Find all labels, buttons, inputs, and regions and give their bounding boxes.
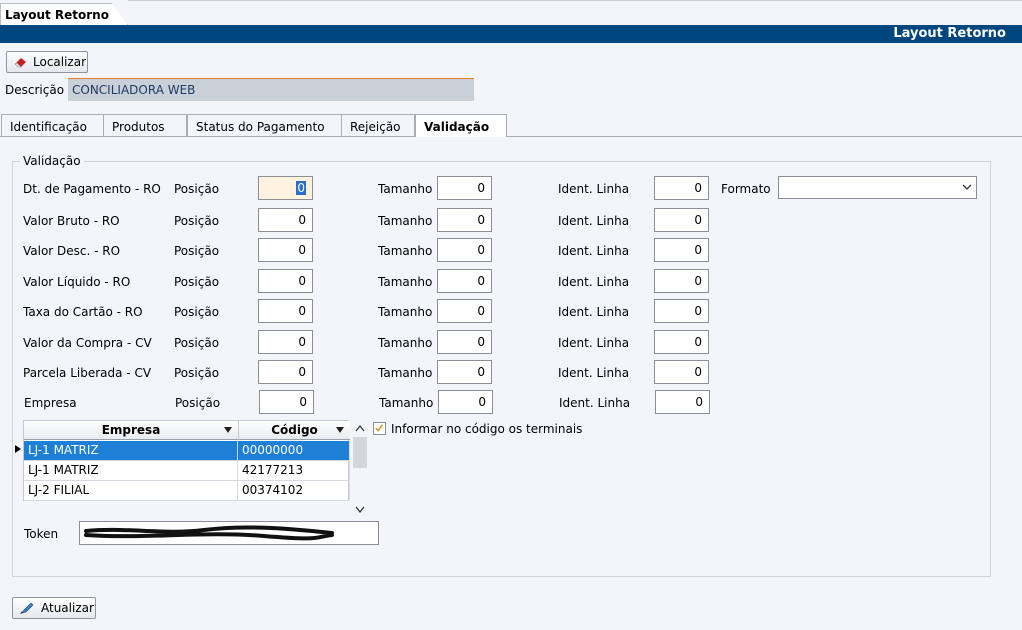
valor-liquido-tamanho-input[interactable]: 0 — [437, 269, 492, 293]
informar-terminais-checkbox[interactable] — [373, 422, 386, 435]
localizar-label: Localizar — [33, 55, 87, 69]
posicao-label: Posição — [175, 396, 221, 410]
redaction-scribble — [84, 525, 334, 541]
tamanho-label: Tamanho — [378, 214, 433, 228]
valor-bruto-posicao-input[interactable]: 0 — [258, 208, 313, 232]
tamanho-label: Tamanho — [378, 336, 433, 350]
dt-pagamento-posicao-input[interactable]: 0 — [258, 176, 313, 200]
informar-terminais-label: Informar no código os terminais — [391, 422, 583, 436]
descricao-label: Descrição — [5, 83, 65, 97]
grid-cell-empresa[interactable]: LJ-1 MATRIZ — [24, 461, 238, 481]
ident-linha-label: Ident. Linha — [558, 214, 630, 228]
row-label-valor-desc: Valor Desc. - RO — [23, 244, 121, 258]
window-title-bar: Layout Retorno — [0, 25, 1022, 43]
grid-cell-codigo[interactable]: 42177213 — [238, 461, 350, 481]
atualizar-label: Atualizar — [41, 601, 94, 615]
ident-linha-label: Ident. Linha — [558, 305, 630, 319]
tab-bar-line — [0, 136, 1022, 137]
empresa-ident-input[interactable]: 0 — [655, 390, 710, 414]
tab-strip-line — [128, 0, 1022, 1]
tamanho-label: Tamanho — [378, 182, 433, 196]
token-input[interactable] — [79, 521, 379, 545]
tamanho-label: Tamanho — [378, 366, 433, 380]
row-label-taxa-cartao: Taxa do Cartão - RO — [23, 305, 143, 319]
valor-bruto-ident-input[interactable]: 0 — [654, 208, 709, 232]
ident-linha-label: Ident. Linha — [558, 244, 630, 258]
empresa-tamanho-input[interactable]: 0 — [438, 390, 493, 414]
tab-status-do-pagamento[interactable]: Status do Pagamento — [187, 114, 343, 136]
ident-linha-label: Ident. Linha — [559, 396, 631, 410]
ident-linha-label: Ident. Linha — [558, 182, 630, 196]
ident-linha-label: Ident. Linha — [558, 366, 630, 380]
tab-rejeicao[interactable]: Rejeição — [341, 114, 415, 136]
validacao-group — [12, 161, 991, 577]
parcela-liberada-ident-input[interactable]: 0 — [654, 360, 709, 384]
current-row-indicator-icon — [15, 445, 21, 453]
grid-vertical-scrollbar[interactable] — [352, 420, 368, 518]
atualizar-button[interactable]: Atualizar — [12, 597, 96, 619]
tab-validacao[interactable]: Validação — [415, 114, 507, 137]
taxa-cartao-posicao-input[interactable]: 0 — [258, 299, 313, 323]
tab-produtos[interactable]: Produtos — [103, 114, 187, 136]
taxa-cartao-ident-input[interactable]: 0 — [654, 299, 709, 323]
valor-compra-tamanho-input[interactable]: 0 — [437, 330, 492, 354]
validacao-group-title: Validação — [20, 154, 84, 168]
row-label-valor-bruto: Valor Bruto - RO — [23, 214, 120, 228]
grid-cell-empresa[interactable]: LJ-2 FILIAL — [24, 481, 238, 501]
grid-cell-codigo[interactable]: 00374102 — [238, 481, 350, 501]
pen-edit-icon — [20, 602, 34, 614]
valor-liquido-ident-input[interactable]: 0 — [654, 269, 709, 293]
valor-desc-tamanho-input[interactable]: 0 — [437, 238, 492, 262]
valor-liquido-posicao-input[interactable]: 0 — [258, 269, 313, 293]
valor-desc-posicao-input[interactable]: 0 — [258, 238, 313, 262]
checkmark-icon — [375, 424, 384, 432]
taxa-cartao-tamanho-input[interactable]: 0 — [437, 299, 492, 323]
document-tab-layout-retorno[interactable]: Layout Retorno — [0, 3, 128, 25]
valor-bruto-tamanho-input[interactable]: 0 — [437, 208, 492, 232]
posicao-label: Posição — [174, 182, 220, 196]
posicao-label: Posição — [174, 214, 220, 228]
row-label-valor-liquido: Valor Líquido - RO — [23, 275, 131, 289]
posicao-label: Posição — [174, 336, 220, 350]
tamanho-label: Tamanho — [378, 275, 433, 289]
empresa-posicao-input[interactable]: 0 — [259, 390, 314, 414]
sort-dropdown-icon — [336, 427, 344, 433]
eraser-search-icon — [14, 58, 26, 68]
dt-pagamento-tamanho-input[interactable]: 0 — [437, 176, 492, 200]
grid-header-codigo[interactable]: Código — [238, 421, 350, 440]
posicao-label: Posição — [174, 244, 220, 258]
valor-compra-posicao-input[interactable]: 0 — [258, 330, 313, 354]
tab-identificacao[interactable]: Identificação — [1, 114, 107, 136]
sort-dropdown-icon — [224, 427, 232, 433]
descricao-field[interactable]: CONCILIADORA WEB — [68, 78, 474, 101]
chevron-down-icon — [962, 184, 972, 190]
valor-compra-ident-input[interactable]: 0 — [654, 330, 709, 354]
empresa-grid: Empresa Código LJ-1 MATRIZ 00000000 LJ-1… — [23, 420, 350, 501]
row-label-parcela-liberada: Parcela Liberada - CV — [23, 366, 152, 380]
dt-pagamento-ident-input[interactable]: 0 — [654, 176, 709, 200]
valor-desc-ident-input[interactable]: 0 — [654, 238, 709, 262]
document-tab-strip — [0, 0, 1022, 25]
posicao-label: Posição — [174, 275, 220, 289]
grid-cell-codigo[interactable]: 00000000 — [238, 441, 350, 461]
parcela-liberada-tamanho-input[interactable]: 0 — [437, 360, 492, 384]
localizar-button[interactable]: Localizar — [6, 51, 88, 73]
tamanho-label: Tamanho — [378, 305, 433, 319]
formato-label: Formato — [721, 182, 771, 196]
tamanho-label: Tamanho — [379, 396, 434, 410]
ident-linha-label: Ident. Linha — [558, 336, 630, 350]
row-label-dt-pagamento: Dt. de Pagamento - RO — [23, 182, 161, 196]
tamanho-label: Tamanho — [378, 244, 433, 258]
posicao-label: Posição — [174, 305, 220, 319]
grid-header-empresa[interactable]: Empresa — [24, 421, 238, 440]
row-label-empresa: Empresa — [24, 396, 77, 410]
token-label: Token — [24, 527, 59, 541]
grid-cell-empresa[interactable]: LJ-1 MATRIZ — [24, 441, 238, 461]
parcela-liberada-posicao-input[interactable]: 0 — [258, 360, 313, 384]
posicao-label: Posição — [174, 366, 220, 380]
ident-linha-label: Ident. Linha — [558, 275, 630, 289]
row-label-valor-compra: Valor da Compra - CV — [23, 336, 152, 350]
formato-select[interactable] — [778, 176, 977, 199]
